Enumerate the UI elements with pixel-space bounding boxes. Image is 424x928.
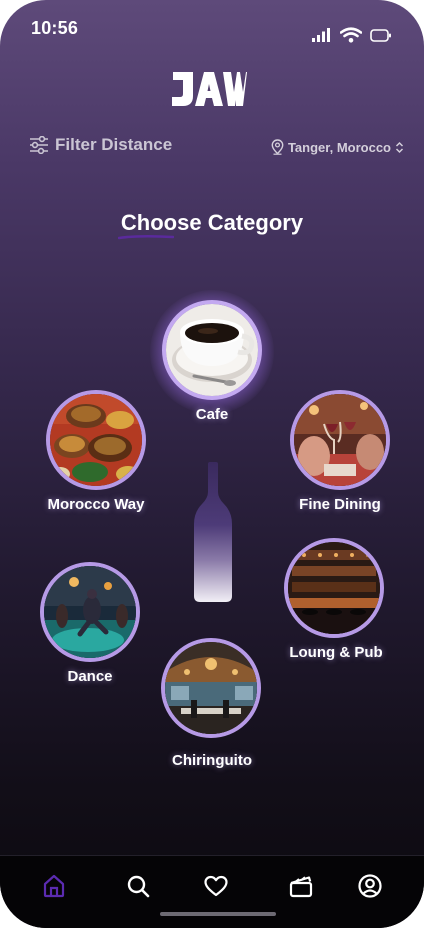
location-selector[interactable]: Tanger, Morocco <box>271 139 404 155</box>
wine-toast-photo <box>294 394 386 486</box>
nav-profile[interactable] <box>356 872 384 900</box>
wifi-icon <box>340 27 362 43</box>
category-morocco-way[interactable]: Morocco Way <box>40 388 152 520</box>
status-icons <box>312 26 392 44</box>
category-label: Fine Dining <box>299 496 381 513</box>
title-underline <box>118 234 174 240</box>
category-image-morocco-way <box>46 390 146 490</box>
category-image-fine-dining <box>290 390 390 490</box>
category-fine-dining[interactable]: Fine Dining <box>284 388 396 520</box>
dance-floor-photo <box>44 566 136 658</box>
coffee-cup-photo <box>166 304 258 396</box>
chevron-up-down-icon <box>395 141 404 153</box>
category-label: Morocco Way <box>47 496 145 513</box>
page-title: Choose Category <box>120 210 304 235</box>
beach-restaurant-photo <box>165 642 257 734</box>
nav-search[interactable] <box>124 872 152 900</box>
nav-favorites[interactable] <box>202 872 230 900</box>
bottle-illustration <box>194 462 232 602</box>
location-pin-icon <box>271 139 284 155</box>
filter-distance-label: Filter Distance <box>55 135 173 154</box>
heart-icon <box>204 875 228 897</box>
category-image-loung-pub <box>284 538 384 638</box>
category-label: Cafe <box>195 406 229 423</box>
home-icon <box>43 874 65 898</box>
clapperboard-icon <box>289 876 313 898</box>
location-label: Tanger, Morocco <box>287 139 391 155</box>
status-bar: 10:56 <box>0 0 424 56</box>
sliders-icon <box>30 136 48 154</box>
profile-icon <box>358 874 382 898</box>
category-image-cafe <box>162 300 262 400</box>
filter-distance-button[interactable]: Filter Distance <box>29 135 172 155</box>
category-label: Dance <box>67 668 113 685</box>
moroccan-food-photo <box>50 394 142 486</box>
category-dance[interactable]: Dance <box>34 560 146 692</box>
home-indicator[interactable] <box>160 912 276 916</box>
category-label: Chiringuito <box>172 752 252 769</box>
nav-media[interactable] <box>287 872 315 900</box>
bar-interior-photo <box>288 542 380 634</box>
category-chiringuito[interactable]: Chiringuito <box>154 636 270 772</box>
category-cafe[interactable]: Cafe <box>150 290 274 430</box>
category-image-chiringuito <box>161 638 261 738</box>
battery-icon <box>370 28 391 42</box>
category-image-dance <box>40 562 140 662</box>
cellular-signal-icon <box>312 28 330 42</box>
status-time: 10:56 <box>31 18 79 38</box>
nav-home[interactable] <box>40 872 68 900</box>
search-icon <box>127 875 150 898</box>
category-label: Loung & Pub <box>289 644 383 661</box>
bottom-navigation <box>0 855 424 928</box>
app-logo <box>172 72 247 106</box>
app-screen: 10:56 Filter Distance Tanger, Morocco Ch… <box>0 0 424 928</box>
category-loung-pub[interactable]: Loung & Pub <box>280 536 392 668</box>
